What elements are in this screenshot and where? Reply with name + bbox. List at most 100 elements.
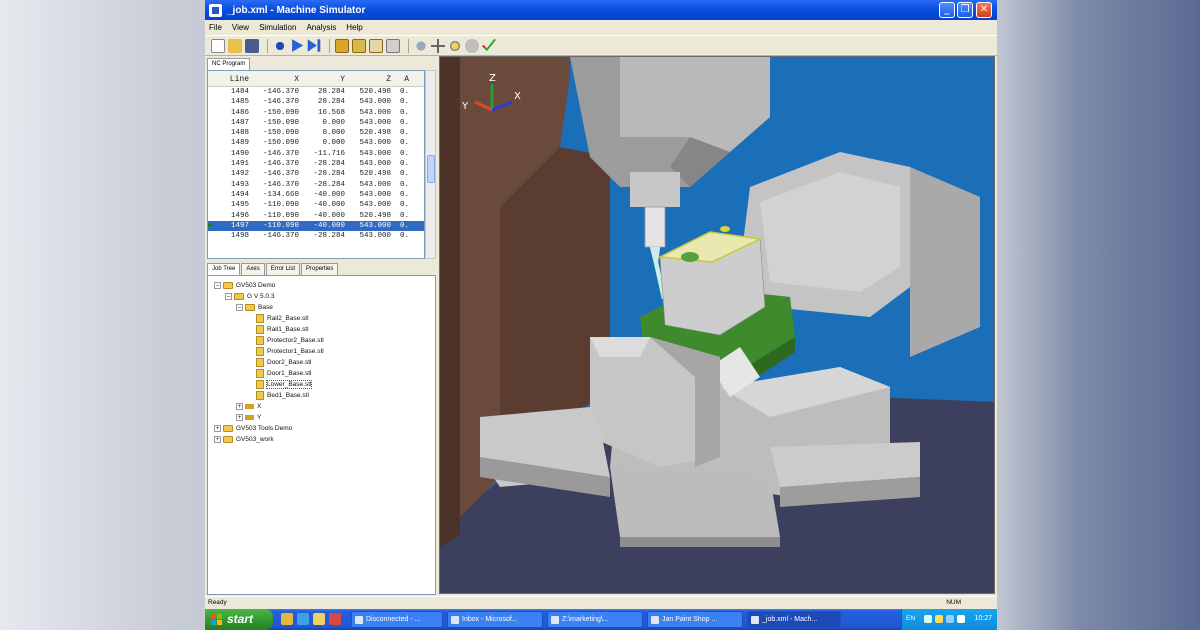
nc-table-scrollbar[interactable] bbox=[425, 70, 436, 259]
table-row[interactable]: 1493 -146.370 -28.284 543.000 0. bbox=[208, 180, 424, 190]
table-row[interactable]: 1488 -150.090 0.000 520.498 0. bbox=[208, 128, 424, 138]
menu-help[interactable]: Help bbox=[346, 23, 362, 32]
tray-network-icon[interactable] bbox=[924, 615, 932, 623]
rotate-icon[interactable] bbox=[448, 38, 462, 53]
quicklaunch-outlook-icon[interactable] bbox=[313, 613, 325, 625]
save-icon[interactable] bbox=[245, 38, 259, 53]
tree-node[interactable]: Bed1_Base.stl bbox=[208, 390, 435, 401]
tree-node[interactable]: + Y bbox=[208, 412, 435, 423]
tray-help-icon[interactable] bbox=[957, 615, 965, 623]
view-iso-icon[interactable] bbox=[386, 38, 400, 53]
reset-icon[interactable] bbox=[273, 38, 287, 53]
tab-nc-program[interactable]: NC Program bbox=[207, 58, 251, 70]
collapse-icon[interactable]: − bbox=[225, 293, 232, 300]
tree-node[interactable]: Door1_Base.stl bbox=[208, 368, 435, 379]
play-icon[interactable] bbox=[292, 39, 304, 52]
tree-node[interactable]: Protector1_Base.stl bbox=[208, 346, 435, 357]
tool-holder bbox=[644, 206, 666, 248]
view-top-icon[interactable] bbox=[352, 38, 366, 53]
column-header[interactable]: Line bbox=[222, 71, 252, 86]
fit-icon[interactable] bbox=[465, 38, 479, 53]
language-indicator[interactable]: EN bbox=[906, 615, 915, 622]
table-row[interactable]: 1494 -134.660 -40.000 543.000 0. bbox=[208, 190, 424, 200]
expand-icon[interactable]: + bbox=[236, 414, 243, 421]
table-row[interactable]: 1489 -150.090 0.000 543.000 0. bbox=[208, 138, 424, 148]
table-cell: 0. bbox=[399, 221, 409, 230]
menu-file[interactable]: File bbox=[209, 23, 222, 32]
table-row[interactable]: 1491 -146.370 -28.284 543.000 0. bbox=[208, 159, 424, 169]
tree-node[interactable]: − G V 5.0.3 bbox=[208, 291, 435, 302]
tree-node[interactable]: + X bbox=[208, 401, 435, 412]
menu-analysis[interactable]: Analysis bbox=[306, 23, 336, 32]
task-machine-simulator[interactable]: _job.xml - Mach... bbox=[747, 611, 841, 628]
zoom-icon[interactable] bbox=[414, 38, 428, 53]
job-tree-panel: Job Tree Axes Error List Properties − GV5… bbox=[207, 263, 436, 595]
column-header[interactable]: A bbox=[391, 71, 409, 86]
tray-security-icon[interactable] bbox=[935, 615, 943, 623]
minimize-button[interactable]: _ bbox=[939, 2, 955, 18]
table-row[interactable]: 1484 -146.370 28.284 520.498 0. bbox=[208, 87, 424, 97]
column-header[interactable]: X bbox=[252, 71, 299, 86]
simulation-viewport[interactable]: Z X Y bbox=[439, 56, 995, 594]
table-row[interactable]: 1495 -110.090 -40.000 543.000 0. bbox=[208, 200, 424, 210]
task-paint-shop[interactable]: Jan Paint Shop ... bbox=[647, 611, 743, 628]
tree-node[interactable]: − Base bbox=[208, 302, 435, 313]
tree-node[interactable]: Door2_Base.stl bbox=[208, 357, 435, 368]
table-row[interactable]: 1498 -146.370 -28.284 543.000 0. bbox=[208, 231, 424, 241]
expand-icon[interactable]: + bbox=[214, 436, 221, 443]
scrollbar-thumb[interactable] bbox=[427, 155, 435, 183]
table-cell: 1487 bbox=[230, 118, 249, 127]
tab-error-list[interactable]: Error List bbox=[265, 263, 301, 275]
collapse-icon[interactable]: − bbox=[214, 282, 221, 289]
tree-node[interactable]: + GV503 Tools Demo bbox=[208, 423, 435, 434]
new-file-icon[interactable] bbox=[211, 38, 225, 53]
column-header[interactable]: Y bbox=[299, 71, 345, 86]
task-marketing-folder[interactable]: Z:\marketing\... bbox=[547, 611, 643, 628]
enclosure-frame bbox=[440, 57, 460, 547]
open-folder-icon[interactable] bbox=[228, 38, 242, 53]
menu-simulation[interactable]: Simulation bbox=[259, 23, 296, 32]
task-disconnected[interactable]: Disconnected - ... bbox=[351, 611, 443, 628]
title-bar[interactable]: _job.xml - Machine Simulator _ ❐ ✕ bbox=[205, 0, 997, 20]
tree-node[interactable]: + GV503_work bbox=[208, 434, 435, 445]
tab-properties[interactable]: Properties bbox=[301, 263, 339, 275]
column-header[interactable]: Z bbox=[345, 71, 391, 86]
axis-node-icon bbox=[245, 415, 254, 420]
tree-node[interactable]: Lower_Base.stl bbox=[208, 379, 435, 390]
tree-node[interactable]: Protector2_Base.stl bbox=[208, 335, 435, 346]
tree-node[interactable]: − GV503 Demo bbox=[208, 280, 435, 291]
expand-icon[interactable]: + bbox=[214, 425, 221, 432]
table-row[interactable]: 1490 -146.370 -11.716 543.000 0. bbox=[208, 149, 424, 159]
tray-volume-icon[interactable] bbox=[946, 615, 954, 623]
table-row[interactable]: 1486 -150.090 16.568 543.000 0. bbox=[208, 108, 424, 118]
tab-job-tree[interactable]: Job Tree bbox=[207, 263, 241, 275]
table-row[interactable]: 1492 -146.370 -28.284 520.498 0. bbox=[208, 169, 424, 179]
quicklaunch-app-icon[interactable] bbox=[329, 613, 341, 625]
view-side-icon[interactable] bbox=[369, 38, 383, 53]
tree-node[interactable]: Rail1_Base.stl bbox=[208, 324, 435, 335]
maximize-button[interactable]: ❐ bbox=[957, 2, 973, 18]
job-tree[interactable]: − GV503 Demo − G V 5.0.3− Base Rail2_Base.stl… bbox=[207, 275, 436, 595]
table-row[interactable]: 1487 -150.090 0.000 543.000 0. bbox=[208, 118, 424, 128]
tab-axes[interactable]: Axes bbox=[241, 263, 265, 275]
table-cell: 520.498 bbox=[359, 170, 391, 179]
step-icon[interactable] bbox=[307, 39, 321, 52]
menu-view[interactable]: View bbox=[232, 23, 249, 32]
collapse-icon[interactable]: − bbox=[236, 304, 243, 311]
table-row[interactable]: ▶ 1497 -110.090 -40.000 543.000 0. bbox=[208, 220, 424, 232]
pan-icon[interactable] bbox=[431, 38, 445, 53]
quicklaunch-explorer-icon[interactable] bbox=[281, 613, 293, 625]
table-cell: -146.370 bbox=[262, 98, 299, 107]
expand-icon[interactable]: + bbox=[236, 403, 243, 410]
view-front-icon[interactable] bbox=[335, 38, 349, 53]
table-row[interactable]: 1496 -110.090 -40.000 520.498 0. bbox=[208, 211, 424, 221]
table-cell: 1496 bbox=[230, 211, 249, 220]
tree-node[interactable]: Rail2_Base.stl bbox=[208, 313, 435, 324]
task-inbox[interactable]: Inbox - Microsof... bbox=[447, 611, 543, 628]
quicklaunch-browser-icon[interactable] bbox=[297, 613, 309, 625]
table-row[interactable]: 1485 -146.370 28.284 543.000 0. bbox=[208, 97, 424, 107]
check-icon[interactable] bbox=[482, 38, 496, 52]
start-button[interactable]: start bbox=[205, 609, 273, 630]
close-button[interactable]: ✕ bbox=[976, 2, 992, 18]
nc-program-table[interactable]: Line X Y Z A 1484 -146.370 28.284 520.498 0. 1485-… bbox=[207, 70, 425, 259]
